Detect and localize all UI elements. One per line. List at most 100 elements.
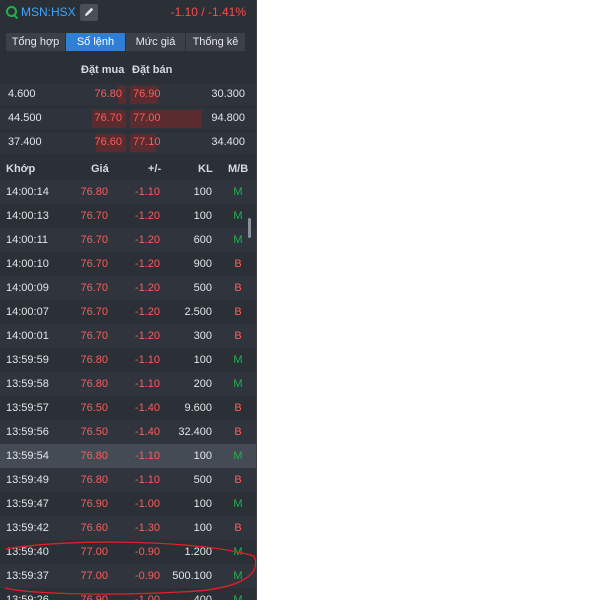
bid-price[interactable]: 76.60: [94, 136, 122, 148]
trade-row[interactable]: 14:00:11 76.70 -1.20 600 M: [0, 228, 256, 252]
trade-time: 13:59:59: [6, 354, 49, 366]
ask-price[interactable]: 77.10: [133, 136, 161, 148]
trade-side: B: [234, 474, 242, 486]
symbol-label[interactable]: MSN:HSX: [21, 5, 76, 19]
trade-side: B: [234, 258, 242, 270]
trade-price: 76.80: [80, 186, 108, 198]
trade-price: 76.70: [80, 306, 108, 318]
trade-price: 77.00: [80, 570, 108, 582]
bid-price[interactable]: 76.70: [94, 112, 122, 124]
trade-volume: 500.100: [172, 570, 212, 582]
trade-row[interactable]: 13:59:56 76.50 -1.40 32.400 B: [0, 420, 256, 444]
trade-side: B: [234, 282, 242, 294]
price-change: -1.10 / -1.41%: [170, 5, 246, 19]
ask-price[interactable]: 76.90: [133, 88, 161, 100]
trade-volume: 900: [193, 258, 212, 270]
trade-time: 14:00:01: [6, 330, 49, 342]
trade-row[interactable]: 13:59:40 77.00 -0.90 1.200 M: [0, 540, 256, 564]
trade-change: -1.20: [134, 306, 160, 318]
trade-side: B: [234, 426, 242, 438]
trades-list[interactable]: 14:00:14 76.80 -1.10 100 M 14:00:13 76.70 -1.20…: [0, 180, 256, 600]
trade-time: 13:59:26: [6, 594, 49, 600]
trade-volume: 500: [193, 474, 212, 486]
tab-so-lenh[interactable]: Sổ lệnh: [66, 33, 126, 51]
trade-row[interactable]: 14:00:13 76.70 -1.20 100 M: [0, 204, 256, 228]
trade-row[interactable]: 13:59:37 77.00 -0.90 500.100 M: [0, 564, 256, 588]
trade-change: -1.10: [134, 354, 160, 366]
trade-time: 13:59:40: [6, 546, 49, 558]
ask-price[interactable]: 77.00: [133, 112, 161, 124]
trade-price: 76.90: [80, 594, 108, 600]
trade-volume: 500: [193, 282, 212, 294]
trade-row[interactable]: 14:00:14 76.80 -1.10 100 M: [0, 180, 256, 204]
trade-row[interactable]: 14:00:10 76.70 -1.20 900 B: [0, 252, 256, 276]
orderbook-row: 37.400 76.60 77.10 34.400: [0, 132, 256, 154]
trade-row[interactable]: 14:00:09 76.70 -1.20 500 B: [0, 276, 256, 300]
trade-change: -1.20: [134, 282, 160, 294]
trade-change: -1.20: [134, 210, 160, 222]
trade-row[interactable]: 13:59:54 76.80 -1.10 100 M: [0, 444, 256, 468]
trade-price: 76.70: [80, 282, 108, 294]
orderbook-row: 44.500 76.70 77.00 94.800: [0, 108, 256, 130]
trade-time: 13:59:56: [6, 426, 49, 438]
trade-volume: 100: [193, 354, 212, 366]
trade-side: B: [234, 306, 242, 318]
trade-side: M: [233, 354, 243, 366]
trade-row[interactable]: 13:59:57 76.50 -1.40 9.600 B: [0, 396, 256, 420]
trade-price: 76.60: [80, 522, 108, 534]
trade-side: B: [234, 522, 242, 534]
search-icon[interactable]: [6, 6, 17, 17]
trade-row[interactable]: 14:00:07 76.70 -1.20 2.500 B: [0, 300, 256, 324]
trade-change: -1.40: [134, 402, 160, 414]
trade-change: -1.10: [134, 378, 160, 390]
trade-price: 76.80: [80, 378, 108, 390]
trade-row[interactable]: 13:59:49 76.80 -1.10 500 B: [0, 468, 256, 492]
tab-muc-gia[interactable]: Mức giá: [126, 33, 186, 51]
trade-side: M: [233, 234, 243, 246]
trade-side: M: [233, 594, 243, 600]
ask-volume: 34.400: [211, 136, 245, 148]
ask-header: Đặt bán: [132, 64, 173, 76]
trade-change: -1.20: [134, 258, 160, 270]
tab-thong-ke[interactable]: Thống kê: [186, 33, 246, 51]
scrollbar[interactable]: [248, 218, 251, 238]
trade-change: -0.90: [134, 570, 160, 582]
trade-side: M: [233, 450, 243, 462]
trade-change: -1.00: [134, 498, 160, 510]
trade-row[interactable]: 14:00:01 76.70 -1.20 300 B: [0, 324, 256, 348]
trade-volume: 100: [193, 450, 212, 462]
trade-price: 76.80: [80, 354, 108, 366]
trade-price: 76.70: [80, 234, 108, 246]
trade-volume: 100: [193, 498, 212, 510]
trade-row[interactable]: 13:59:42 76.60 -1.30 100 B: [0, 516, 256, 540]
bid-price[interactable]: 76.80: [94, 88, 122, 100]
ask-volume: 94.800: [211, 112, 245, 124]
trade-time: 14:00:10: [6, 258, 49, 270]
trade-volume: 300: [193, 330, 212, 342]
edit-symbol-button[interactable]: [80, 4, 98, 21]
tab-tong-hop[interactable]: Tổng hợp: [6, 33, 66, 51]
trade-price: 76.70: [80, 258, 108, 270]
trade-row[interactable]: 13:59:58 76.80 -1.10 200 M: [0, 372, 256, 396]
col-diff: +/-: [148, 163, 162, 175]
trade-volume: 100: [193, 522, 212, 534]
trade-time: 14:00:07: [6, 306, 49, 318]
trades-header: Khớp Giá +/- KL M/B: [0, 160, 256, 180]
trade-change: -1.00: [134, 594, 160, 600]
trade-volume: 2.500: [184, 306, 212, 318]
trade-volume: 9.600: [184, 402, 212, 414]
trade-row[interactable]: 13:59:47 76.90 -1.00 100 M: [0, 492, 256, 516]
trade-row[interactable]: 13:59:59 76.80 -1.10 100 M: [0, 348, 256, 372]
trade-time: 13:59:57: [6, 402, 49, 414]
panel-header: MSN:HSX -1.10 / -1.41%: [0, 0, 256, 26]
tab-bar: Tổng hợp Sổ lệnh Mức giá Thống kê: [6, 33, 246, 51]
pencil-icon: [85, 7, 94, 16]
col-volume: KL: [198, 163, 213, 175]
trade-price: 76.70: [80, 330, 108, 342]
trade-row[interactable]: 13:59:26 76.90 -1.00 400 M: [0, 588, 256, 600]
trade-time: 14:00:09: [6, 282, 49, 294]
trade-time: 13:59:47: [6, 498, 49, 510]
trade-side: M: [233, 498, 243, 510]
trade-time: 13:59:37: [6, 570, 49, 582]
stock-panel: MSN:HSX -1.10 / -1.41% Tổng hợp Sổ lệnh …: [0, 0, 256, 600]
